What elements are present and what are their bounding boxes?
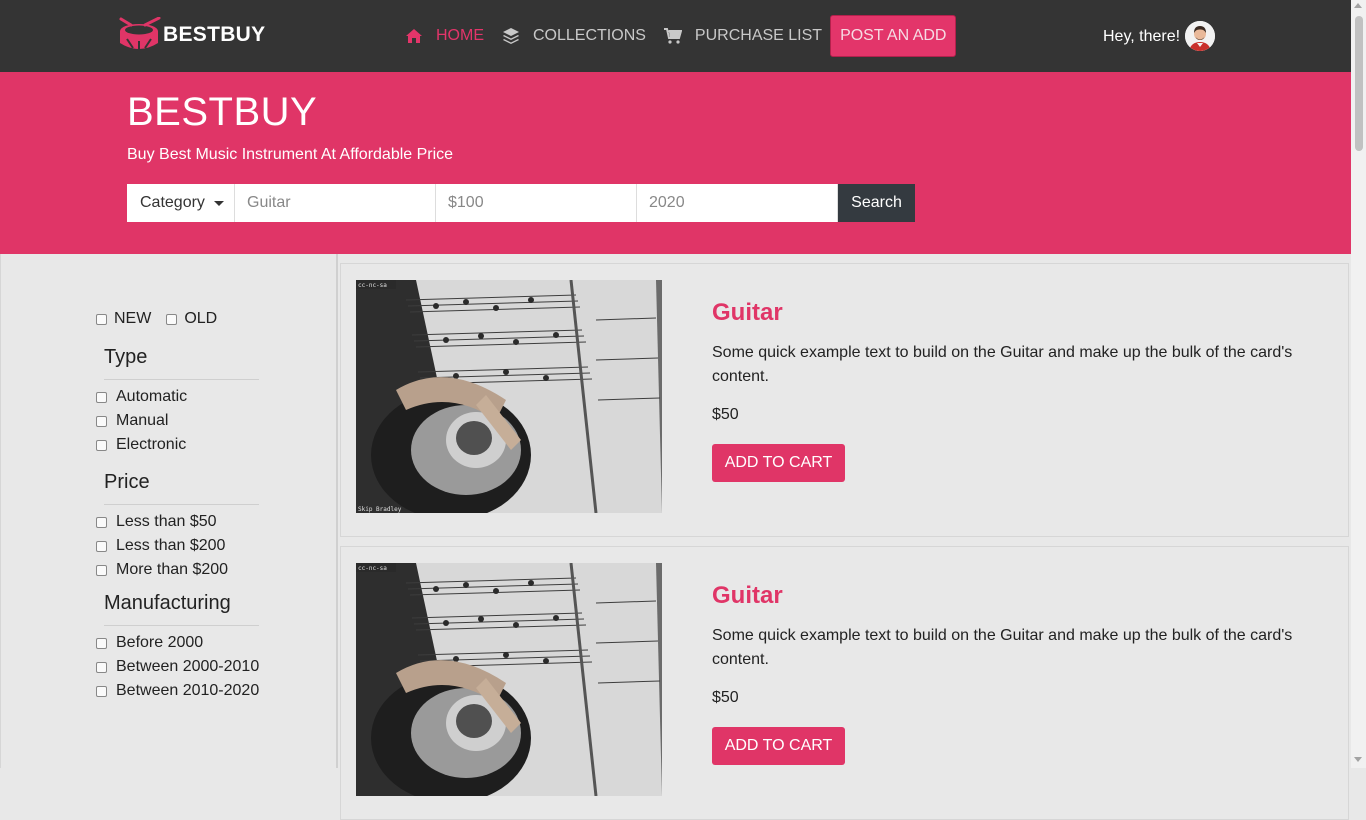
layers-icon [501,26,521,46]
product-description: Some quick example text to build on the … [712,627,1293,668]
condition-new-label: NEW [114,310,152,327]
product-price: $50 [712,406,739,423]
type-section-title: Type [104,346,259,380]
checkbox[interactable] [96,685,107,697]
category-dropdown[interactable]: Category [127,184,235,222]
product-list: cc-nc-sa Skip Bradley Guitar Some quick … [338,254,1351,820]
hero-title: BESTBUY [127,90,318,134]
option-label: Between 2010-2020 [116,682,260,699]
checkbox[interactable] [96,439,107,451]
post-an-add-button[interactable]: POST AN ADD [830,15,957,57]
image-license-text: cc-nc-sa [358,282,387,289]
caret-down-icon [213,200,224,206]
brand-name: BESTBUY [163,23,266,46]
option-label: Between 2000-2010 [116,658,260,675]
option-label: Manual [116,412,169,429]
scroll-thumb[interactable] [1355,16,1363,151]
hero-banner: BESTBUY Buy Best Music Instrument At Aff… [0,72,1351,254]
option-label: Automatic [116,388,188,405]
filter-option[interactable]: More than $200 [96,561,228,579]
checkbox[interactable] [96,415,107,427]
product-description: Some quick example text to build on the … [712,344,1293,385]
filter-option[interactable]: Between 2010-2020 [96,682,259,700]
page-scrollbar[interactable] [1351,0,1366,768]
cart-icon [663,26,683,46]
instrument-input[interactable] [235,184,436,222]
main-nav: HOME COLLECTIONS PURCHASE LIST POST AN A… [404,15,957,57]
image-credit-text: Skip Bradley [358,506,402,513]
user-greeting[interactable]: Hey, there! [1103,21,1216,52]
image-license-text: cc-nc-sa [358,565,387,572]
top-navbar: BESTBUY HOME COLLECTIONS PURCHASE LIST P… [0,0,1351,72]
checkbox-new[interactable] [96,313,107,325]
filter-option[interactable]: Electronic [96,436,186,454]
avatar[interactable] [1185,21,1216,51]
option-label: Less than $50 [116,513,217,530]
nav-purchase-list[interactable]: PURCHASE LIST [663,15,822,57]
product-title[interactable]: Guitar [712,299,783,327]
nav-collections[interactable]: COLLECTIONS [501,15,646,57]
greeting-text: Hey, there! [1103,28,1181,45]
drum-logo-icon [119,17,161,50]
checkbox[interactable] [96,637,107,649]
checkbox[interactable] [96,564,107,576]
nav-home-label: HOME [436,27,484,44]
option-label: Electronic [116,436,187,453]
checkbox-old[interactable] [166,313,178,325]
option-label: More than $200 [116,561,229,578]
brand-logo[interactable]: BESTBUY [119,17,265,53]
scroll-up-icon[interactable] [1354,3,1362,8]
product-card: cc-nc-sa Guitar Some quick example text … [340,546,1349,820]
filter-option[interactable]: Manual [96,412,168,430]
filter-option[interactable]: Less than $200 [96,537,225,555]
nav-purchase-list-label: PURCHASE LIST [694,27,823,44]
product-image[interactable]: cc-nc-sa Skip Bradley [356,280,662,513]
filter-option[interactable]: Automatic [96,388,187,406]
checkbox[interactable] [96,661,107,673]
filter-option[interactable]: Between 2000-2010 [96,658,259,676]
product-card: cc-nc-sa Skip Bradley Guitar Some quick … [340,263,1349,537]
category-label: Category [140,194,205,211]
nav-collections-label: COLLECTIONS [533,27,646,44]
price-input[interactable] [436,184,637,222]
checkbox[interactable] [96,391,107,403]
add-to-cart-button[interactable]: ADD TO CART [712,444,845,482]
product-price: $50 [712,689,739,706]
scroll-down-icon[interactable] [1354,757,1362,762]
search-button[interactable]: Search [838,184,915,222]
home-icon [404,26,424,46]
checkbox[interactable] [96,540,107,552]
condition-old-label: OLD [184,310,218,327]
price-section-title: Price [104,471,259,505]
nav-home[interactable]: HOME [404,15,484,57]
product-image[interactable]: cc-nc-sa [356,563,662,796]
option-label: Before 2000 [116,634,204,651]
filter-sidebar: NEW OLD Type Automatic Manual Electronic… [0,254,338,768]
year-input[interactable] [637,184,838,222]
filter-option[interactable]: Before 2000 [96,634,203,652]
condition-filter: NEW OLD [96,310,217,328]
hero-subtitle: Buy Best Music Instrument At Affordable … [127,146,454,163]
option-label: Less than $200 [116,537,226,554]
search-bar: Category Search [127,184,915,222]
manufacturing-section-title: Manufacturing [104,592,259,626]
filter-option[interactable]: Less than $50 [96,513,217,531]
checkbox[interactable] [96,516,107,528]
add-to-cart-button[interactable]: ADD TO CART [712,727,845,765]
product-title[interactable]: Guitar [712,582,783,610]
